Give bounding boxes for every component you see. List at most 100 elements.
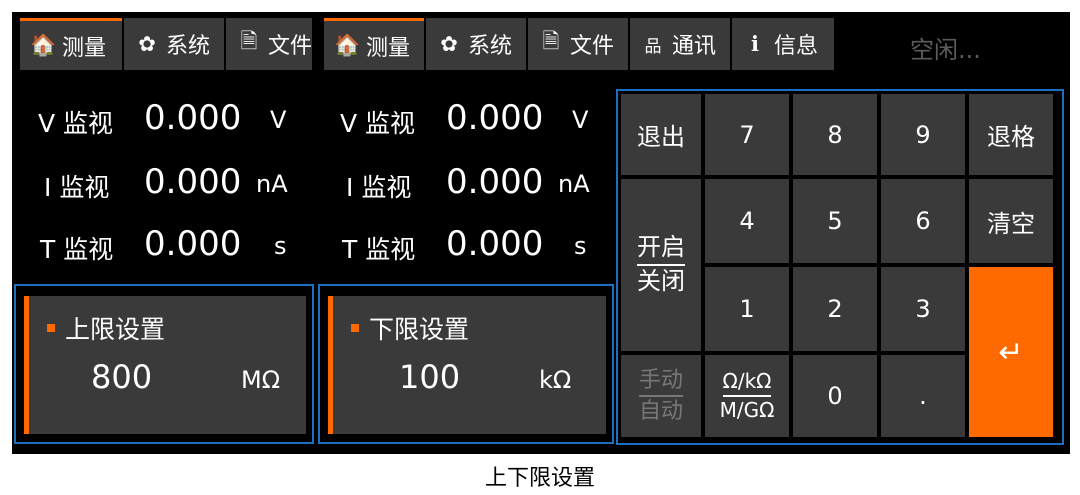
- key-label: 9: [915, 120, 931, 149]
- tab-system-left[interactable]: ✿ 系统: [124, 18, 224, 70]
- lower-limit-value: 100: [399, 358, 461, 396]
- network-icon: 品: [644, 36, 662, 57]
- monitor-label: T 监视: [342, 235, 416, 264]
- monitor-unit: V: [572, 106, 589, 134]
- tab-communication[interactable]: 品 通讯: [630, 18, 730, 70]
- tab-label: 文件: [570, 34, 615, 59]
- enter-button[interactable]: ↵: [969, 267, 1053, 437]
- key-3[interactable]: 3: [881, 267, 965, 351]
- unit-toggle-button[interactable]: Ω/kΩ M/GΩ: [705, 355, 789, 437]
- key-decimal[interactable]: .: [881, 355, 965, 437]
- key-label: 5: [827, 207, 843, 235]
- clear-label: 清空: [987, 209, 1035, 238]
- monitor-i-right: I 监视 0.000 nA: [312, 162, 612, 208]
- monitor-unit: s: [574, 232, 587, 260]
- monitor-label: V 监视: [340, 109, 416, 138]
- lower-limit-unit: kΩ: [539, 366, 572, 394]
- file-icon: 🗎: [542, 28, 560, 53]
- backspace-label: 退格: [987, 123, 1035, 151]
- key-7[interactable]: 7: [705, 94, 789, 175]
- key-8[interactable]: 8: [793, 94, 877, 175]
- upper-limit-panel[interactable]: 上限设置 800 MΩ: [14, 284, 314, 444]
- lower-limit-field[interactable]: 下限设置 100 kΩ: [328, 296, 606, 434]
- monitor-value: 0.000: [144, 98, 242, 138]
- status-text: 空闲...: [910, 36, 981, 64]
- upper-limit-value: 800: [91, 358, 153, 396]
- exit-label: 退出: [637, 123, 685, 151]
- on-off-toggle[interactable]: 开启 关闭: [621, 179, 701, 351]
- unit-stack: Ω/kΩ M/GΩ: [720, 370, 775, 422]
- exit-button[interactable]: 退出: [621, 94, 701, 175]
- key-label: 7: [739, 120, 755, 149]
- tab-measure-left[interactable]: 🏠 测量: [20, 18, 122, 70]
- file-icon: 🗎: [240, 28, 258, 53]
- tab-file-left[interactable]: 🗎 文件: [226, 18, 312, 70]
- upper-limit-unit: MΩ: [241, 366, 281, 394]
- manual-auto-toggle[interactable]: 手动 自动: [621, 355, 701, 437]
- backspace-button[interactable]: 退格: [969, 94, 1053, 175]
- gear-icon: ✿: [138, 32, 156, 56]
- key-label: .: [919, 382, 927, 410]
- monitor-t-left: T 监视 0.000 s: [12, 224, 312, 270]
- lower-limit-title: 下限设置: [351, 310, 469, 346]
- tab-label: 测量: [62, 35, 107, 61]
- key-9[interactable]: 9: [881, 94, 965, 175]
- monitor-value: 0.000: [144, 224, 242, 264]
- monitor-i-left: I 监视 0.000 nA: [12, 162, 312, 208]
- key-label: 2: [827, 295, 843, 323]
- monitor-v-right: V 监视 0.000 V: [312, 98, 612, 144]
- monitor-label: V 监视: [38, 109, 114, 138]
- upper-limit-title: 上限设置: [47, 310, 165, 346]
- info-icon: ℹ: [751, 32, 759, 56]
- home-icon: 🏠: [30, 33, 57, 57]
- monitor-value: 0.000: [144, 162, 242, 202]
- monitor-unit: V: [270, 106, 287, 134]
- tab-info[interactable]: ℹ 信息: [732, 18, 834, 70]
- monitor-unit: nA: [256, 170, 288, 198]
- monitor-label: T 监视: [40, 235, 114, 264]
- upper-limit-field[interactable]: 上限设置 800 MΩ: [24, 296, 306, 434]
- home-icon: 🏠: [334, 33, 361, 57]
- monitor-value: 0.000: [446, 98, 544, 138]
- manual-label: 手动: [638, 368, 683, 397]
- tab-label: 系统: [166, 34, 211, 59]
- monitor-v-left: V 监视 0.000 V: [12, 98, 312, 144]
- monitor-unit: s: [274, 232, 287, 260]
- tab-file-right[interactable]: 🗎 文件: [528, 18, 628, 70]
- numeric-keypad: 退出 7 8 9 退格 开启 关闭 4 5 6 清空 1 2 3 ↵ 手动 自动…: [616, 89, 1064, 445]
- key-0[interactable]: 0: [793, 355, 877, 437]
- key-label: 1: [739, 295, 755, 323]
- key-4[interactable]: 4: [705, 179, 789, 263]
- lower-limit-panel[interactable]: 下限设置 100 kΩ: [318, 284, 614, 444]
- gear-icon: ✿: [440, 32, 458, 56]
- tab-label: 信息: [774, 34, 819, 59]
- auto-label: 自动: [638, 399, 683, 424]
- bullet-marker: [351, 324, 359, 332]
- on-off-stack: 开启 关闭: [637, 234, 685, 295]
- key-6[interactable]: 6: [881, 179, 965, 263]
- monitor-value: 0.000: [446, 162, 544, 202]
- key-label: 3: [915, 295, 931, 323]
- tab-label: 系统: [468, 34, 513, 59]
- key-1[interactable]: 1: [705, 267, 789, 351]
- on-label: 开启: [637, 234, 685, 266]
- unit-small-label: Ω/kΩ: [722, 370, 772, 397]
- unit-large-label: M/GΩ: [719, 398, 775, 422]
- monitor-label: I 监视: [44, 173, 110, 202]
- monitor-unit: nA: [558, 170, 590, 198]
- tab-label: 通讯: [672, 34, 717, 59]
- monitor-value: 0.000: [446, 224, 544, 264]
- key-2[interactable]: 2: [793, 267, 877, 351]
- tab-system-right[interactable]: ✿ 系统: [426, 18, 526, 70]
- tab-label: 文件: [267, 34, 312, 59]
- tab-measure-right[interactable]: 🏠 测量: [324, 18, 424, 70]
- key-5[interactable]: 5: [793, 179, 877, 263]
- tab-label: 测量: [366, 35, 411, 61]
- enter-icon: ↵: [998, 334, 1024, 370]
- key-label: 6: [915, 207, 931, 235]
- monitor-label: I 监视: [346, 173, 412, 202]
- clear-button[interactable]: 清空: [969, 179, 1053, 263]
- monitor-t-right: T 监视 0.000 s: [312, 224, 612, 270]
- upper-limit-title-text: 上限设置: [65, 315, 166, 344]
- manual-auto-stack: 手动 自动: [638, 368, 683, 425]
